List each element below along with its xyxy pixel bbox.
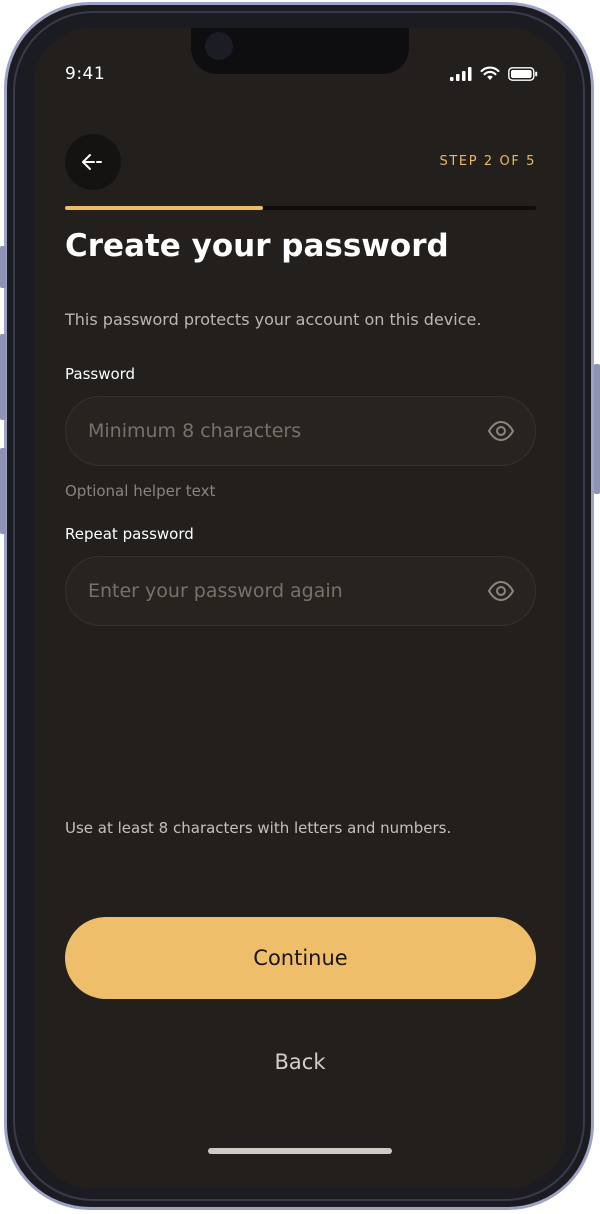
progress-bar xyxy=(65,206,536,210)
repeat-password-input-container xyxy=(65,556,536,626)
mute-switch xyxy=(0,246,6,288)
password-input-container xyxy=(65,396,536,466)
password-helper-text: Optional helper text xyxy=(65,482,216,500)
status-time: 9:41 xyxy=(65,64,106,84)
back-link[interactable]: Back xyxy=(34,1050,566,1074)
progress-bar-fill xyxy=(65,206,263,210)
wifi-icon xyxy=(480,66,500,80)
arrow-left-icon xyxy=(82,154,102,170)
battery-icon xyxy=(508,66,538,81)
repeat-password-label: Repeat password xyxy=(65,525,194,543)
eye-icon[interactable] xyxy=(487,579,515,603)
notch xyxy=(191,28,409,74)
page-title: Create your password xyxy=(65,228,449,264)
front-camera xyxy=(205,32,233,60)
back-arrow-button[interactable] xyxy=(65,134,121,190)
status-icons xyxy=(450,66,538,81)
home-indicator xyxy=(208,1148,392,1154)
password-input[interactable] xyxy=(88,397,468,465)
password-requirements-hint: Use at least 8 characters with letters a… xyxy=(65,819,452,837)
continue-button[interactable]: Continue xyxy=(65,917,536,999)
power-button xyxy=(594,364,600,494)
page-subtitle: This password protects your account on t… xyxy=(65,310,482,329)
cellular-signal-icon xyxy=(450,66,472,81)
password-label: Password xyxy=(65,365,136,383)
volume-down-button xyxy=(0,448,6,534)
eye-icon[interactable] xyxy=(487,419,515,443)
step-indicator: STEP 2 OF 5 xyxy=(439,154,536,169)
volume-up-button xyxy=(0,334,6,420)
repeat-password-input[interactable] xyxy=(88,557,468,625)
app-screen: 9:41 STEP 2 OF 5 Create your password Th… xyxy=(34,28,566,1188)
